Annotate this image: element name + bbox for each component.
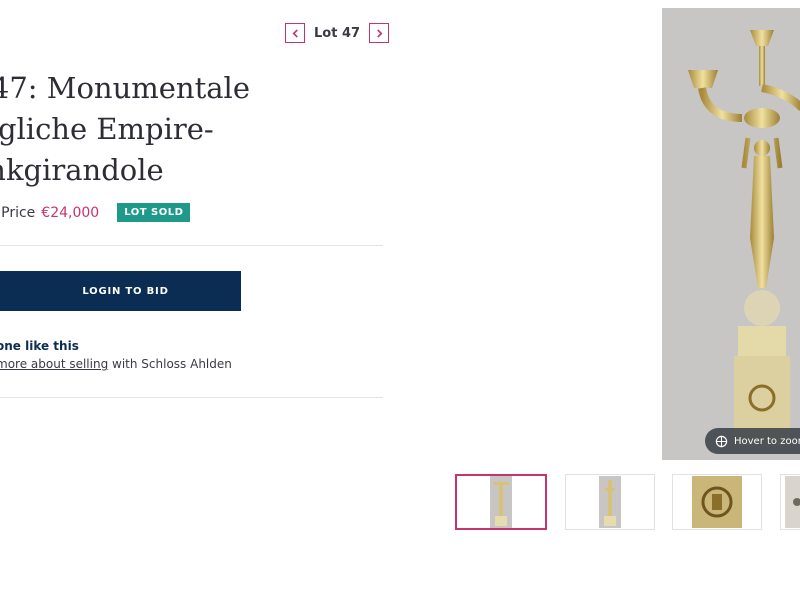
thumbnail-candelabra-side[interactable] xyxy=(565,474,655,530)
thumbnail-image xyxy=(490,476,512,528)
sell-suffix: with Schloss Ahlden xyxy=(108,357,232,371)
thumbnail-coat-of-arms[interactable] xyxy=(672,474,762,530)
price-row: ate Price €24,000 LOT SOLD xyxy=(0,203,191,222)
divider xyxy=(0,397,383,398)
lot-navigation: Lot 47 xyxy=(285,23,390,43)
hover-to-zoom-hint: Hover to zoom xyxy=(705,428,800,454)
crosshair-icon xyxy=(715,435,728,447)
thumbnail-image xyxy=(599,476,621,528)
chevron-right-icon xyxy=(376,28,382,38)
chevron-left-icon xyxy=(292,28,298,38)
thumbnail-image xyxy=(785,476,800,528)
lot-title: t 47: Monumentale nigliche Empire- ankgi… xyxy=(0,68,290,191)
next-lot-button[interactable] xyxy=(369,23,390,43)
thumbnail-image xyxy=(692,476,742,528)
lot-title-line: t 47: Monumentale xyxy=(0,71,250,105)
sell-text: more about selling with Schloss Ahlden xyxy=(0,357,232,371)
login-to-bid-button[interactable]: LOGIN TO BID xyxy=(0,271,241,311)
thumbnail-detail[interactable] xyxy=(780,474,800,530)
price-label: ate Price xyxy=(0,204,36,221)
learn-more-selling-link[interactable]: more about selling xyxy=(0,357,108,371)
candelabra-illustration xyxy=(688,30,800,446)
divider xyxy=(0,245,383,246)
thumbnail-candelabra-front[interactable] xyxy=(455,474,547,530)
sell-heading: one like this xyxy=(0,339,79,353)
main-product-image[interactable] xyxy=(662,8,800,460)
previous-lot-button[interactable] xyxy=(285,23,305,43)
lot-title-line: ankgirandole xyxy=(0,153,164,187)
lot-number-label: Lot 47 xyxy=(314,25,361,41)
status-badge: LOT SOLD xyxy=(117,203,191,222)
zoom-hint-text: Hover to zoom xyxy=(734,435,800,447)
lot-title-line: nigliche Empire- xyxy=(0,112,214,146)
price-value: €24,000 xyxy=(41,204,100,221)
